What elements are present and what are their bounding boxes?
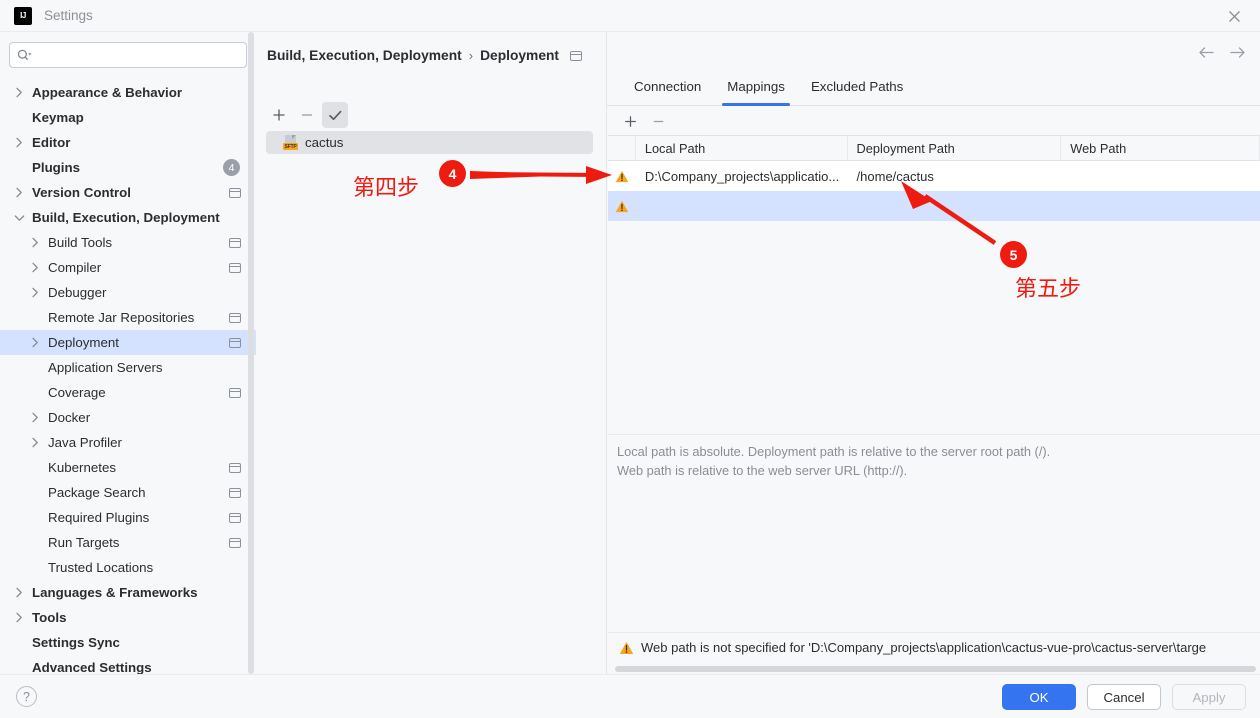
settings-dialog: IJ Settings Appearance & Behavior Keymap E… xyxy=(0,0,1260,718)
annotation-arrows xyxy=(469,166,997,245)
